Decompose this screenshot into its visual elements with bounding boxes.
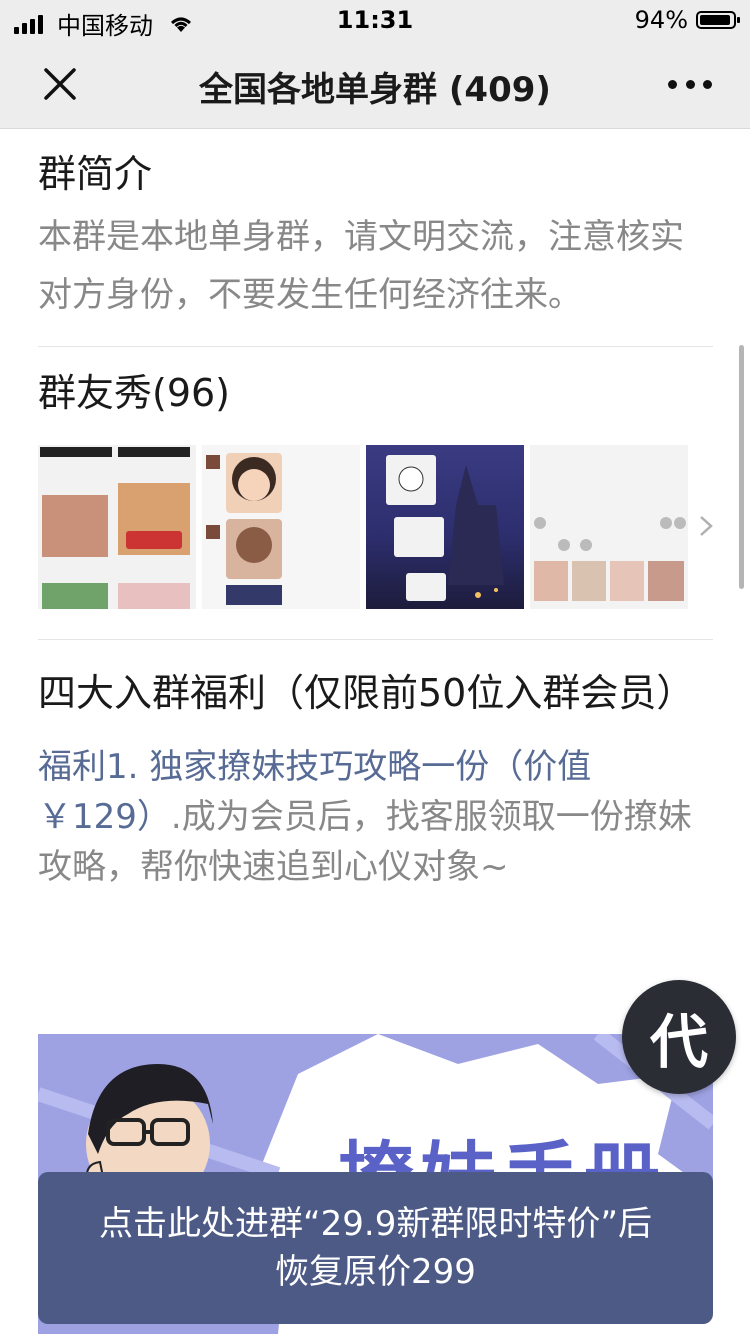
intro-title: 群简介 (38, 152, 153, 196)
join-group-button[interactable]: 点击此处进群“29.9新群限时特价”后 恢复原价299 (38, 1172, 713, 1324)
gallery-thumb[interactable] (202, 445, 360, 609)
benefits-title: 四大入群福利（仅限前50位入群会员） (38, 671, 695, 715)
cta-line-1: 点击此处进群“29.9新群限时特价”后 (99, 1204, 652, 1244)
gallery-thumb[interactable] (38, 445, 196, 609)
thumb-art (534, 517, 686, 601)
battery-fill (700, 15, 731, 25)
group-show-gallery[interactable] (38, 445, 713, 609)
intro-text: 本群是本地单身群，请文明交流，注意核实对方身份，不要发生任何经济往来。 (38, 217, 684, 315)
thumb-art (206, 453, 282, 605)
chevron-right-icon[interactable] (695, 509, 717, 543)
divider (38, 639, 713, 640)
more-icon[interactable] (668, 66, 712, 102)
battery-icon (696, 11, 740, 29)
battery-percent: 94% (634, 6, 688, 34)
status-right: 94% (634, 6, 740, 34)
divider (38, 346, 713, 347)
status-bar: 中国移动 11:31 94% (0, 0, 750, 40)
scrollbar[interactable] (739, 345, 744, 589)
gallery-thumb[interactable] (366, 445, 524, 609)
nav-bar: 全国各地单身群 (409) (0, 40, 750, 129)
cta-line-2: 恢复原价299 (275, 1252, 476, 1292)
group-show-title: 群友秀(96) (38, 371, 231, 415)
page-title: 全国各地单身群 (409) (199, 70, 551, 110)
main-content: 群简介 本群是本地单身群，请文明交流，注意核实对方身份，不要发生任何经济往来。 … (38, 128, 713, 892)
agent-fab-button[interactable]: 代 (622, 980, 736, 1094)
thumb-art (386, 455, 504, 601)
thumb-art (40, 447, 190, 609)
benefit-item-1: 福利1. 独家撩妹技巧攻略一份（价值￥129）.成为会员后，找客服领取一份撩妹攻… (38, 742, 713, 892)
gallery-thumb[interactable] (530, 445, 688, 609)
